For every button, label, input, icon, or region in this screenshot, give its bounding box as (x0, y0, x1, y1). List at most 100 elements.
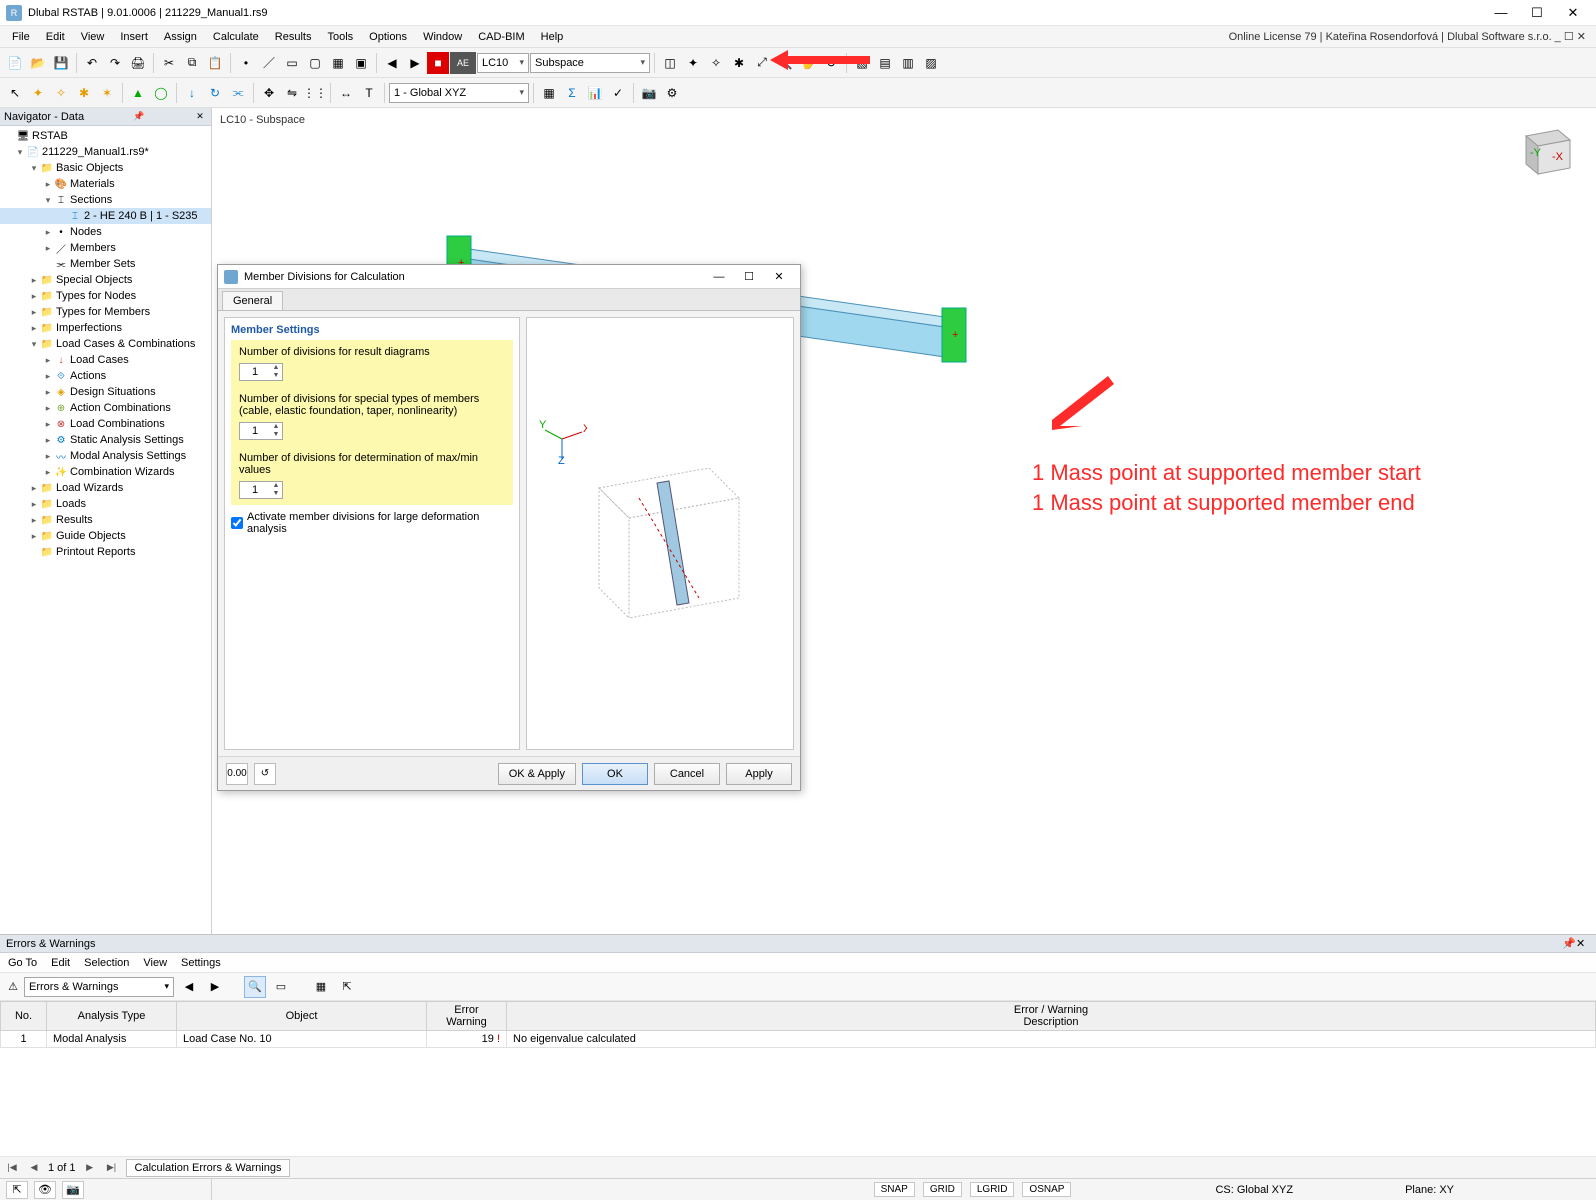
result-icon[interactable]: 📊 (584, 82, 606, 104)
window-close[interactable]: ✕ (1556, 2, 1590, 24)
copy-icon[interactable]: ⧉ (181, 52, 203, 74)
member-icon[interactable]: ▭ (281, 52, 303, 74)
tree-sas[interactable]: ▸⚙Static Analysis Settings (0, 432, 211, 448)
tree-materials[interactable]: ▸🎨Materials (0, 176, 211, 192)
units-button-icon[interactable]: 0.00 (226, 763, 248, 785)
wire-icon[interactable]: ▤ (874, 52, 896, 74)
tree-tnodes[interactable]: ▸📁Types for Nodes (0, 288, 211, 304)
col-object[interactable]: Object (177, 1002, 427, 1031)
coordsys-combo[interactable]: 1 - Global XYZ (389, 83, 529, 103)
ok-apply-button[interactable]: OK & Apply (498, 763, 576, 785)
table-settings-icon[interactable]: ▦ (310, 976, 332, 998)
tree-printout[interactable]: 📁Printout Reports (0, 544, 211, 560)
next-error-icon[interactable]: ▶ (204, 976, 226, 998)
array-icon[interactable]: ⋮⋮ (304, 82, 326, 104)
node-tool-icon[interactable]: ✦ (27, 82, 49, 104)
errmenu-goto[interactable]: Go To (8, 957, 37, 969)
select-error-icon[interactable]: ▭ (270, 976, 292, 998)
col-ew[interactable]: Error Warning (427, 1002, 507, 1031)
tree-mas[interactable]: ▸〰Modal Analysis Settings (0, 448, 211, 464)
undo-icon[interactable]: ↶ (81, 52, 103, 74)
load-force-icon[interactable]: ↓ (181, 82, 203, 104)
errors-table[interactable]: No. Analysis Type Object Error Warning E… (0, 1001, 1596, 1156)
menu-file[interactable]: File (4, 29, 38, 45)
tree-special[interactable]: ▸📁Special Objects (0, 272, 211, 288)
tree-loads[interactable]: ▸📁Loads (0, 496, 211, 512)
grid-icon[interactable]: ▦ (327, 52, 349, 74)
apply-button[interactable]: Apply (726, 763, 792, 785)
tree-imperf[interactable]: ▸📁Imperfections (0, 320, 211, 336)
support-icon[interactable]: ▲ (127, 82, 149, 104)
tree-basic[interactable]: ▾📁Basic Objects (0, 160, 211, 176)
next-page-icon[interactable]: ▶ (82, 1160, 98, 1176)
grid-toggle[interactable]: GRID (923, 1182, 962, 1197)
pin-icon[interactable]: 📌 (132, 110, 146, 124)
loadcase-name-combo[interactable]: Subspace (530, 53, 650, 73)
tree-file[interactable]: ▾📄211229_Manual1.rs9* (0, 144, 211, 160)
spin-down-icon[interactable]: ▼ (270, 490, 282, 498)
export-icon[interactable]: ⇱ (336, 976, 358, 998)
highlight-error-icon[interactable]: 🔍 (244, 976, 266, 998)
menu-tools[interactable]: Tools (319, 29, 361, 45)
tree-members[interactable]: ▸／Members (0, 240, 211, 256)
spin-up-icon[interactable]: ▲ (270, 423, 282, 431)
ae-badge[interactable]: AE (450, 52, 476, 74)
tree-sections[interactable]: ▾⌶Sections (0, 192, 211, 208)
view-x-icon[interactable]: ✦ (682, 52, 704, 74)
line-icon[interactable]: ／ (258, 52, 280, 74)
tree-nodes[interactable]: ▸•Nodes (0, 224, 211, 240)
checkbox-large-deform[interactable]: Activate member divisions for large defo… (231, 511, 513, 535)
menu-edit[interactable]: Edit (38, 29, 73, 45)
table-icon[interactable]: ▦ (538, 82, 560, 104)
menu-calculate[interactable]: Calculate (205, 29, 267, 45)
hinge-icon[interactable]: ◯ (150, 82, 172, 104)
view-z-icon[interactable]: ✱ (728, 52, 750, 74)
dim-icon[interactable]: ↔ (335, 82, 357, 104)
input-div-maxmin[interactable] (240, 482, 270, 498)
camera-icon[interactable]: 📷 (638, 82, 660, 104)
menu-help[interactable]: Help (533, 29, 572, 45)
checkbox-input[interactable] (231, 517, 243, 529)
spin-down-icon[interactable]: ▼ (270, 372, 282, 380)
member-tool-icon[interactable]: ✱ (73, 82, 95, 104)
tree-lcomb[interactable]: ▸⊗Load Combinations (0, 416, 211, 432)
lgrid-toggle[interactable]: LGRID (970, 1182, 1015, 1197)
dialog-maximize[interactable]: ☐ (734, 267, 764, 287)
save-icon[interactable]: 💾 (50, 52, 72, 74)
view-iso-icon[interactable]: ◫ (659, 52, 681, 74)
menu-view[interactable]: View (73, 29, 113, 45)
panel-close-icon[interactable]: ✕ (1576, 937, 1590, 950)
window-icon[interactable]: ▣ (350, 52, 372, 74)
tree-dsit[interactable]: ▸◈Design Situations (0, 384, 211, 400)
new-icon[interactable]: 📄 (4, 52, 26, 74)
select-icon[interactable]: ↖ (4, 82, 26, 104)
menu-assign[interactable]: Assign (156, 29, 205, 45)
errmenu-edit[interactable]: Edit (51, 957, 70, 969)
spin-div-result[interactable]: ▲▼ (239, 363, 283, 381)
camera2-icon[interactable]: 📷 (62, 1181, 84, 1199)
check-icon[interactable]: ✓ (607, 82, 629, 104)
redo-icon[interactable]: ↷ (104, 52, 126, 74)
set-tool-icon[interactable]: ✶ (96, 82, 118, 104)
col-no[interactable]: No. (1, 1002, 47, 1031)
spin-div-special[interactable]: ▲▼ (239, 422, 283, 440)
tree-lwiz[interactable]: ▸📁Load Wizards (0, 480, 211, 496)
spin-down-icon[interactable]: ▼ (270, 431, 282, 439)
close-panel-icon[interactable]: ✕ (193, 110, 207, 124)
load-moment-icon[interactable]: ↻ (204, 82, 226, 104)
table-row[interactable]: 1 Modal Analysis Load Case No. 10 19 ! N… (1, 1031, 1596, 1048)
dialog-minimize[interactable]: — (704, 267, 734, 287)
next-lc-icon[interactable]: ▶ (404, 52, 426, 74)
navigator-tree[interactable]: 🖥RSTAB ▾📄211229_Manual1.rs9* ▾📁Basic Obj… (0, 126, 211, 934)
tree-section-item[interactable]: ⌶2 - HE 240 B | 1 - S235 (0, 208, 211, 224)
menu-window[interactable]: Window (415, 29, 470, 45)
tree-results[interactable]: ▸📁Results (0, 512, 211, 528)
cut-icon[interactable]: ✂ (158, 52, 180, 74)
gear-icon[interactable]: ⚙ (661, 82, 683, 104)
last-page-icon[interactable]: ▶| (104, 1160, 120, 1176)
eye-icon[interactable]: 👁 (34, 1181, 56, 1199)
prev-lc-icon[interactable]: ◀ (381, 52, 403, 74)
expand-panel-icon[interactable]: ⇱ (6, 1181, 28, 1199)
panel-pin-icon[interactable]: 📌 (1562, 937, 1576, 950)
tree-loadcases[interactable]: ▸↓Load Cases (0, 352, 211, 368)
